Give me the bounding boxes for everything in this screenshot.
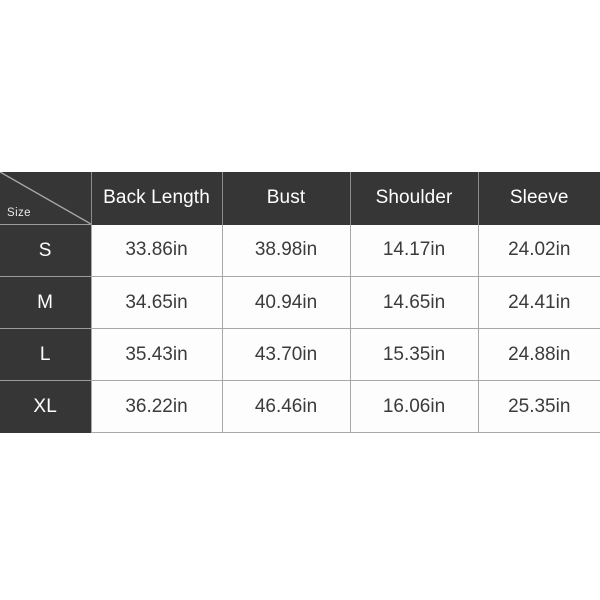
cell-back-length: 36.22in xyxy=(90,380,222,433)
cell-bust: 43.70in xyxy=(221,328,350,381)
table-row: M 34.65in 40.94in 14.65in 24.41in xyxy=(0,276,600,329)
corner-size-label: Size xyxy=(7,206,31,219)
corner-size-header: Size xyxy=(0,172,91,225)
cell-shoulder: 16.06in xyxy=(349,380,478,433)
cell-shoulder: 14.17in xyxy=(349,224,478,277)
row-size-label: M xyxy=(0,276,91,329)
cell-shoulder: 15.35in xyxy=(349,328,478,381)
size-chart-table: Size Back Length Bust Shoulder Sleeve S … xyxy=(0,172,600,433)
cell-sleeve: 24.41in xyxy=(477,276,600,329)
cell-bust: 38.98in xyxy=(221,224,350,277)
cell-back-length: 34.65in xyxy=(90,276,222,329)
table-row: XL 36.22in 46.46in 16.06in 25.35in xyxy=(0,380,600,433)
cell-sleeve: 24.88in xyxy=(477,328,600,381)
row-size-label: L xyxy=(0,328,91,381)
cell-sleeve: 25.35in xyxy=(477,380,600,433)
column-header-shoulder: Shoulder xyxy=(349,172,478,225)
table-row: L 35.43in 43.70in 15.35in 24.88in xyxy=(0,328,600,381)
row-size-label: S xyxy=(0,224,91,277)
row-size-label: XL xyxy=(0,380,91,433)
cell-sleeve: 24.02in xyxy=(477,224,600,277)
table-header-row: Size Back Length Bust Shoulder Sleeve xyxy=(0,172,600,225)
cell-back-length: 33.86in xyxy=(90,224,222,277)
column-header-sleeve: Sleeve xyxy=(477,172,600,225)
size-chart-container: Size Back Length Bust Shoulder Sleeve S … xyxy=(0,172,600,433)
cell-bust: 46.46in xyxy=(221,380,350,433)
table-row: S 33.86in 38.98in 14.17in 24.02in xyxy=(0,224,600,277)
column-header-back-length: Back Length xyxy=(90,172,222,225)
cell-bust: 40.94in xyxy=(221,276,350,329)
cell-shoulder: 14.65in xyxy=(349,276,478,329)
column-header-bust: Bust xyxy=(221,172,350,225)
cell-back-length: 35.43in xyxy=(90,328,222,381)
